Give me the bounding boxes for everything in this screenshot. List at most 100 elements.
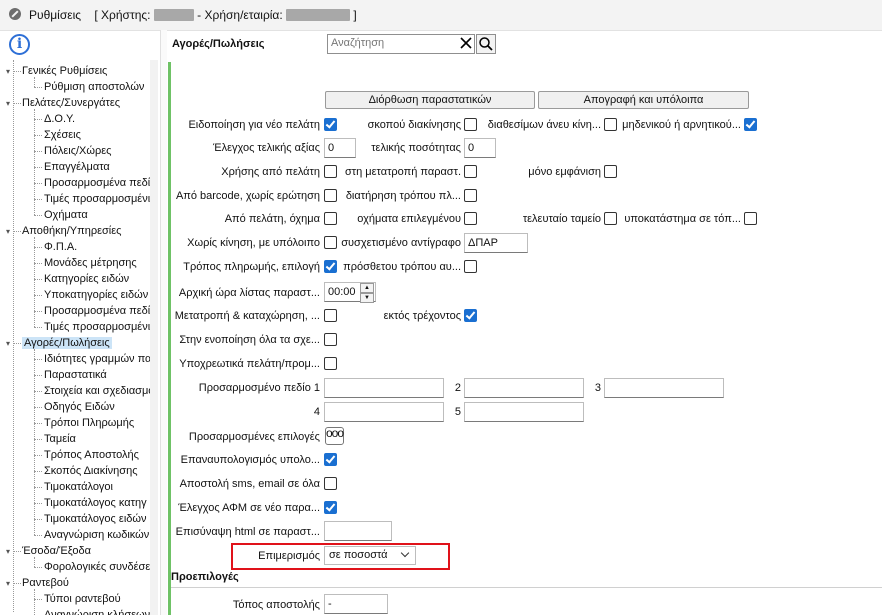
tree-item[interactable]: Επαγγέλματα bbox=[44, 159, 110, 175]
tree-item[interactable]: Παραστατικά bbox=[44, 367, 107, 383]
tree-connector bbox=[34, 119, 42, 120]
tree-item[interactable]: Ρύθμιση αποστολών bbox=[44, 79, 144, 95]
payment-method-checkbox[interactable] bbox=[324, 260, 337, 273]
tree-item[interactable]: Τιμοκατάλογοι bbox=[44, 479, 113, 495]
tree-item[interactable]: Σχέσεις bbox=[44, 127, 81, 143]
except-current-checkbox[interactable] bbox=[464, 309, 477, 322]
zero-negative-checkbox[interactable] bbox=[744, 118, 757, 131]
tree-expander-icon[interactable]: ▾ bbox=[6, 227, 10, 236]
tree-item[interactable]: Τύποι ραντεβού bbox=[44, 591, 121, 607]
tree-item[interactable]: Τιμοκατάλογος κατηγ bbox=[44, 495, 147, 511]
no-movement-checkbox[interactable] bbox=[324, 236, 337, 249]
tree-expander-icon[interactable]: ▾ bbox=[6, 579, 10, 588]
search-button[interactable] bbox=[476, 34, 496, 54]
selected-vehicle-checkbox[interactable] bbox=[464, 212, 477, 225]
tree-category[interactable]: Αποθήκη/Υπηρεσίες bbox=[22, 223, 121, 239]
check-vat-checkbox[interactable] bbox=[324, 501, 337, 514]
tree-item[interactable]: Πόλεις/Χώρες bbox=[44, 143, 111, 159]
window-title: Ρυθμίσεις [ Χρήστης: - Χρήση/εταιρία: ] bbox=[29, 8, 357, 22]
tree-connector bbox=[34, 237, 35, 327]
time-spinner[interactable]: ▲ ▼ bbox=[360, 283, 374, 303]
tree-connector bbox=[34, 503, 42, 504]
from-barcode-checkbox[interactable] bbox=[324, 189, 337, 202]
tree-category[interactable]: Αγορές/Πωλήσεις bbox=[22, 335, 112, 351]
close-icon[interactable] bbox=[459, 36, 473, 50]
tree-category[interactable]: Έσοδα/Έξοδα bbox=[22, 543, 91, 559]
tree-connector bbox=[34, 567, 42, 568]
tree-item[interactable]: Φορολογικές συνδέσε bbox=[44, 559, 150, 575]
tree-item-label: Πελάτες/Συνεργάτες bbox=[22, 97, 121, 109]
custom-field-5-input[interactable] bbox=[464, 402, 584, 422]
tree-item-label: Τιμές προσαρμοσμένι bbox=[44, 321, 151, 333]
custom-field-4-input[interactable] bbox=[324, 402, 444, 422]
tree-item[interactable]: Στοιχεία και σχεδιασμό bbox=[44, 383, 154, 399]
tree-expander-icon[interactable]: ▾ bbox=[6, 339, 10, 348]
send-sms-checkbox[interactable] bbox=[324, 477, 337, 490]
related-copy-input[interactable]: ΔΠΑΡ bbox=[464, 233, 528, 253]
tree-item-label: Τιμοκατάλογος ειδών bbox=[44, 513, 147, 525]
tree-item[interactable]: Ταμεία bbox=[44, 431, 76, 447]
tree-item-label: Ραντεβού bbox=[22, 577, 69, 589]
sidebar-scrollbar[interactable] bbox=[150, 60, 158, 615]
on-merge-checkbox[interactable] bbox=[324, 333, 337, 346]
available-without-move-checkbox[interactable] bbox=[604, 118, 617, 131]
tree-item[interactable]: Οδηγός Ειδών bbox=[44, 399, 115, 415]
tree-connector bbox=[34, 199, 42, 200]
tree-category[interactable]: Πελάτες/Συνεργάτες bbox=[22, 95, 120, 111]
purpose-shipping-checkbox[interactable] bbox=[464, 118, 477, 131]
additional-payment-checkbox[interactable] bbox=[464, 260, 477, 273]
required-customer-checkbox[interactable] bbox=[324, 357, 337, 370]
last-cashbox-checkbox[interactable] bbox=[604, 212, 617, 225]
keep-method-checkbox[interactable] bbox=[464, 189, 477, 202]
fix-documents-button[interactable]: Διόρθωση παραστατικών bbox=[325, 91, 535, 109]
tree-item[interactable]: Τιμοκατάλογος ειδών bbox=[44, 511, 146, 527]
tree-item[interactable]: Τρόποι Πληρωμής bbox=[44, 415, 134, 431]
panel-splitter[interactable] bbox=[160, 30, 167, 615]
search-input[interactable] bbox=[328, 35, 451, 51]
custom-field-1-input[interactable] bbox=[324, 378, 444, 398]
display-only-checkbox[interactable] bbox=[604, 165, 617, 178]
tree-item[interactable]: Μονάδες μέτρησης bbox=[44, 255, 137, 271]
custom-field-3-input[interactable] bbox=[604, 378, 724, 398]
search-box[interactable] bbox=[327, 34, 475, 54]
tree-item[interactable]: Σκοπός Διακίνησης bbox=[44, 463, 138, 479]
tree-expander-icon[interactable]: ▾ bbox=[6, 99, 10, 108]
custom-field-2-input[interactable] bbox=[464, 378, 584, 398]
shipping-place-input[interactable]: - bbox=[324, 594, 388, 614]
tree-item[interactable]: Τρόπος Αποστολής bbox=[44, 447, 139, 463]
tree-item[interactable]: Προσαρμοσμένα πεδί bbox=[44, 175, 150, 191]
spin-up-icon[interactable]: ▲ bbox=[360, 283, 374, 293]
new-customer-notify-checkbox[interactable] bbox=[324, 118, 337, 131]
tree-item[interactable]: Υποκατηγορίες ειδών bbox=[44, 287, 148, 303]
spin-down-icon[interactable]: ▼ bbox=[360, 293, 374, 303]
custom-field-4-label: 4 bbox=[313, 406, 320, 418]
tree-item[interactable]: Δ.Ο.Υ. bbox=[44, 111, 75, 127]
final-value-input[interactable]: 0 bbox=[324, 138, 356, 158]
info-icon[interactable]: i bbox=[9, 34, 30, 55]
tree-item[interactable]: Τιμές προσαρμοσμένι bbox=[44, 319, 150, 335]
tree-item[interactable]: Ιδιότητες γραμμών παι bbox=[44, 351, 154, 367]
settings-tree[interactable]: ▾ Γενικές Ρυθμίσεις Ρύθμιση αποστολών ▾ Πελά… bbox=[0, 60, 158, 615]
tree-item[interactable]: Φ.Π.Α. bbox=[44, 239, 77, 255]
tree-connector bbox=[34, 151, 42, 152]
final-quantity-input[interactable]: 0 bbox=[464, 138, 496, 158]
tree-item[interactable]: Οχήματα bbox=[44, 207, 88, 223]
branch-checkbox[interactable] bbox=[744, 212, 757, 225]
custom-options-button[interactable]: ooo bbox=[325, 427, 344, 445]
inventory-balance-button[interactable]: Απογραφή και υπόλοιπα bbox=[538, 91, 749, 109]
tree-expander-icon[interactable]: ▾ bbox=[6, 67, 10, 76]
tree-item[interactable]: Αναγνώριση κλήσεων bbox=[44, 607, 150, 615]
tree-item[interactable]: Αναγνώριση κωδικών bbox=[44, 527, 149, 543]
customer-vehicle-checkbox[interactable] bbox=[324, 212, 337, 225]
attach-html-input[interactable] bbox=[324, 521, 392, 541]
tree-expander-icon[interactable]: ▾ bbox=[6, 547, 10, 556]
tree-category[interactable]: Ραντεβού bbox=[22, 575, 69, 591]
price-from-customer-checkbox[interactable] bbox=[324, 165, 337, 178]
recalculate-checkbox[interactable] bbox=[324, 453, 337, 466]
on-convert-checkbox[interactable] bbox=[464, 165, 477, 178]
tree-item[interactable]: Κατηγορίες ειδών bbox=[44, 271, 129, 287]
tree-item[interactable]: Τιμές προσαρμοσμένι bbox=[44, 191, 150, 207]
convert-register-checkbox[interactable] bbox=[324, 309, 337, 322]
tree-connector bbox=[34, 311, 42, 312]
tree-item[interactable]: Προσαρμοσμένα πεδί bbox=[44, 303, 150, 319]
